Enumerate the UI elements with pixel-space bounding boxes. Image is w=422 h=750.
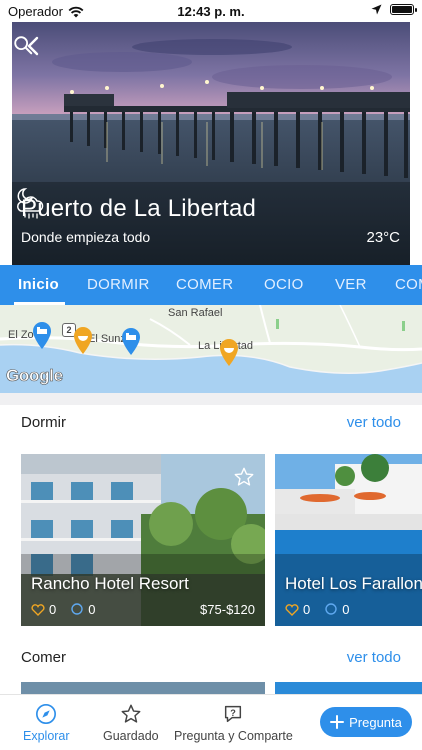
comment-count: 0: [88, 602, 96, 617]
google-logo: Google: [6, 366, 64, 386]
hotel-photo: [21, 454, 265, 626]
status-right: [371, 4, 417, 15]
nav-explore-label: Explorar: [23, 729, 70, 743]
category-tabs: Inicio DORMIR COMER OCIO VER COMPRAR: [0, 265, 422, 305]
question-bubble-icon: ?: [225, 705, 242, 723]
night-cloud-rain-icon: [17, 188, 44, 219]
section-title-dormir: Dormir: [21, 414, 66, 431]
status-bar: Operador 12:43 p. m.: [0, 0, 422, 22]
card-stats: 0 0: [31, 602, 95, 617]
price-range: $75-$120: [200, 602, 255, 617]
tab-ocio[interactable]: OCIO: [264, 265, 304, 305]
map-label-san-rafael: San Rafael: [168, 307, 223, 319]
tab-comer[interactable]: COMER: [176, 265, 233, 305]
nav-ask-share-label: Pregunta y Comparte: [174, 729, 293, 743]
comment-count: 0: [342, 602, 350, 617]
location-arrow-icon: [371, 4, 382, 15]
tab-dormir[interactable]: DORMIR: [87, 265, 150, 305]
see-all-comer-link[interactable]: ver todo: [347, 649, 401, 666]
comment-icon: [325, 603, 337, 615]
hotel-name: Hotel Los Farallones: [285, 574, 422, 593]
bed-marker-icon[interactable]: [31, 320, 53, 350]
section-divider: [0, 393, 422, 405]
search-icon[interactable]: [12, 34, 34, 56]
tab-comprar[interactable]: COMPRAR: [395, 265, 422, 305]
heart-icon: [31, 603, 45, 616]
svg-text:?: ?: [231, 708, 237, 718]
nav-explore[interactable]: Explorar: [23, 703, 70, 743]
restaurant-card-peek[interactable]: [275, 682, 422, 694]
hotel-name: Rancho Hotel Resort: [31, 574, 189, 593]
destination-subtitle: Donde empieza todo: [21, 229, 151, 245]
star-outline-icon: [121, 704, 141, 723]
card-stats: 0 0: [285, 602, 349, 617]
temperature: 23°C: [366, 229, 400, 246]
ask-question-button[interactable]: Pregunta: [320, 707, 412, 737]
destination-title: Puerto de La Libertad: [21, 195, 257, 222]
nav-saved[interactable]: Guardado: [103, 703, 159, 743]
hotel-photo: [275, 454, 422, 626]
map-label-el-zonte: El Zo: [8, 329, 34, 341]
food-marker-icon[interactable]: [218, 337, 240, 367]
like-count: 0: [303, 602, 311, 617]
comment-icon: [71, 603, 83, 615]
ask-button-label: Pregunta: [349, 714, 402, 730]
nav-saved-label: Guardado: [103, 729, 159, 743]
heart-icon: [285, 603, 299, 616]
battery-icon: [390, 4, 417, 15]
like-count: 0: [49, 602, 57, 617]
plus-icon: [330, 715, 345, 729]
see-all-dormir-link[interactable]: ver todo: [347, 414, 401, 431]
bottom-nav: Explorar Guardado ? Pregunta y Comparte …: [0, 694, 422, 750]
tab-ver[interactable]: VER: [335, 265, 367, 305]
bed-marker-icon[interactable]: [120, 326, 142, 356]
nav-ask-share[interactable]: ? Pregunta y Comparte: [174, 703, 293, 743]
restaurant-card-peek[interactable]: [21, 682, 265, 694]
section-title-comer: Comer: [21, 649, 67, 666]
hotel-card[interactable]: Rancho Hotel Resort 0 0 $75-$120: [21, 454, 265, 626]
food-marker-icon[interactable]: [72, 325, 94, 355]
map-view[interactable]: San Rafael La Libertad El Zo El Sunz 2 G…: [0, 305, 422, 393]
hotel-card[interactable]: Hotel Los Farallones 0 0: [275, 454, 422, 626]
hero-banner: Puerto de La Libertad Donde empieza todo…: [12, 22, 410, 265]
tab-inicio[interactable]: Inicio: [14, 265, 65, 305]
star-icon[interactable]: [233, 466, 255, 488]
compass-icon: [36, 704, 57, 724]
status-time: 12:43 p. m.: [177, 4, 245, 19]
